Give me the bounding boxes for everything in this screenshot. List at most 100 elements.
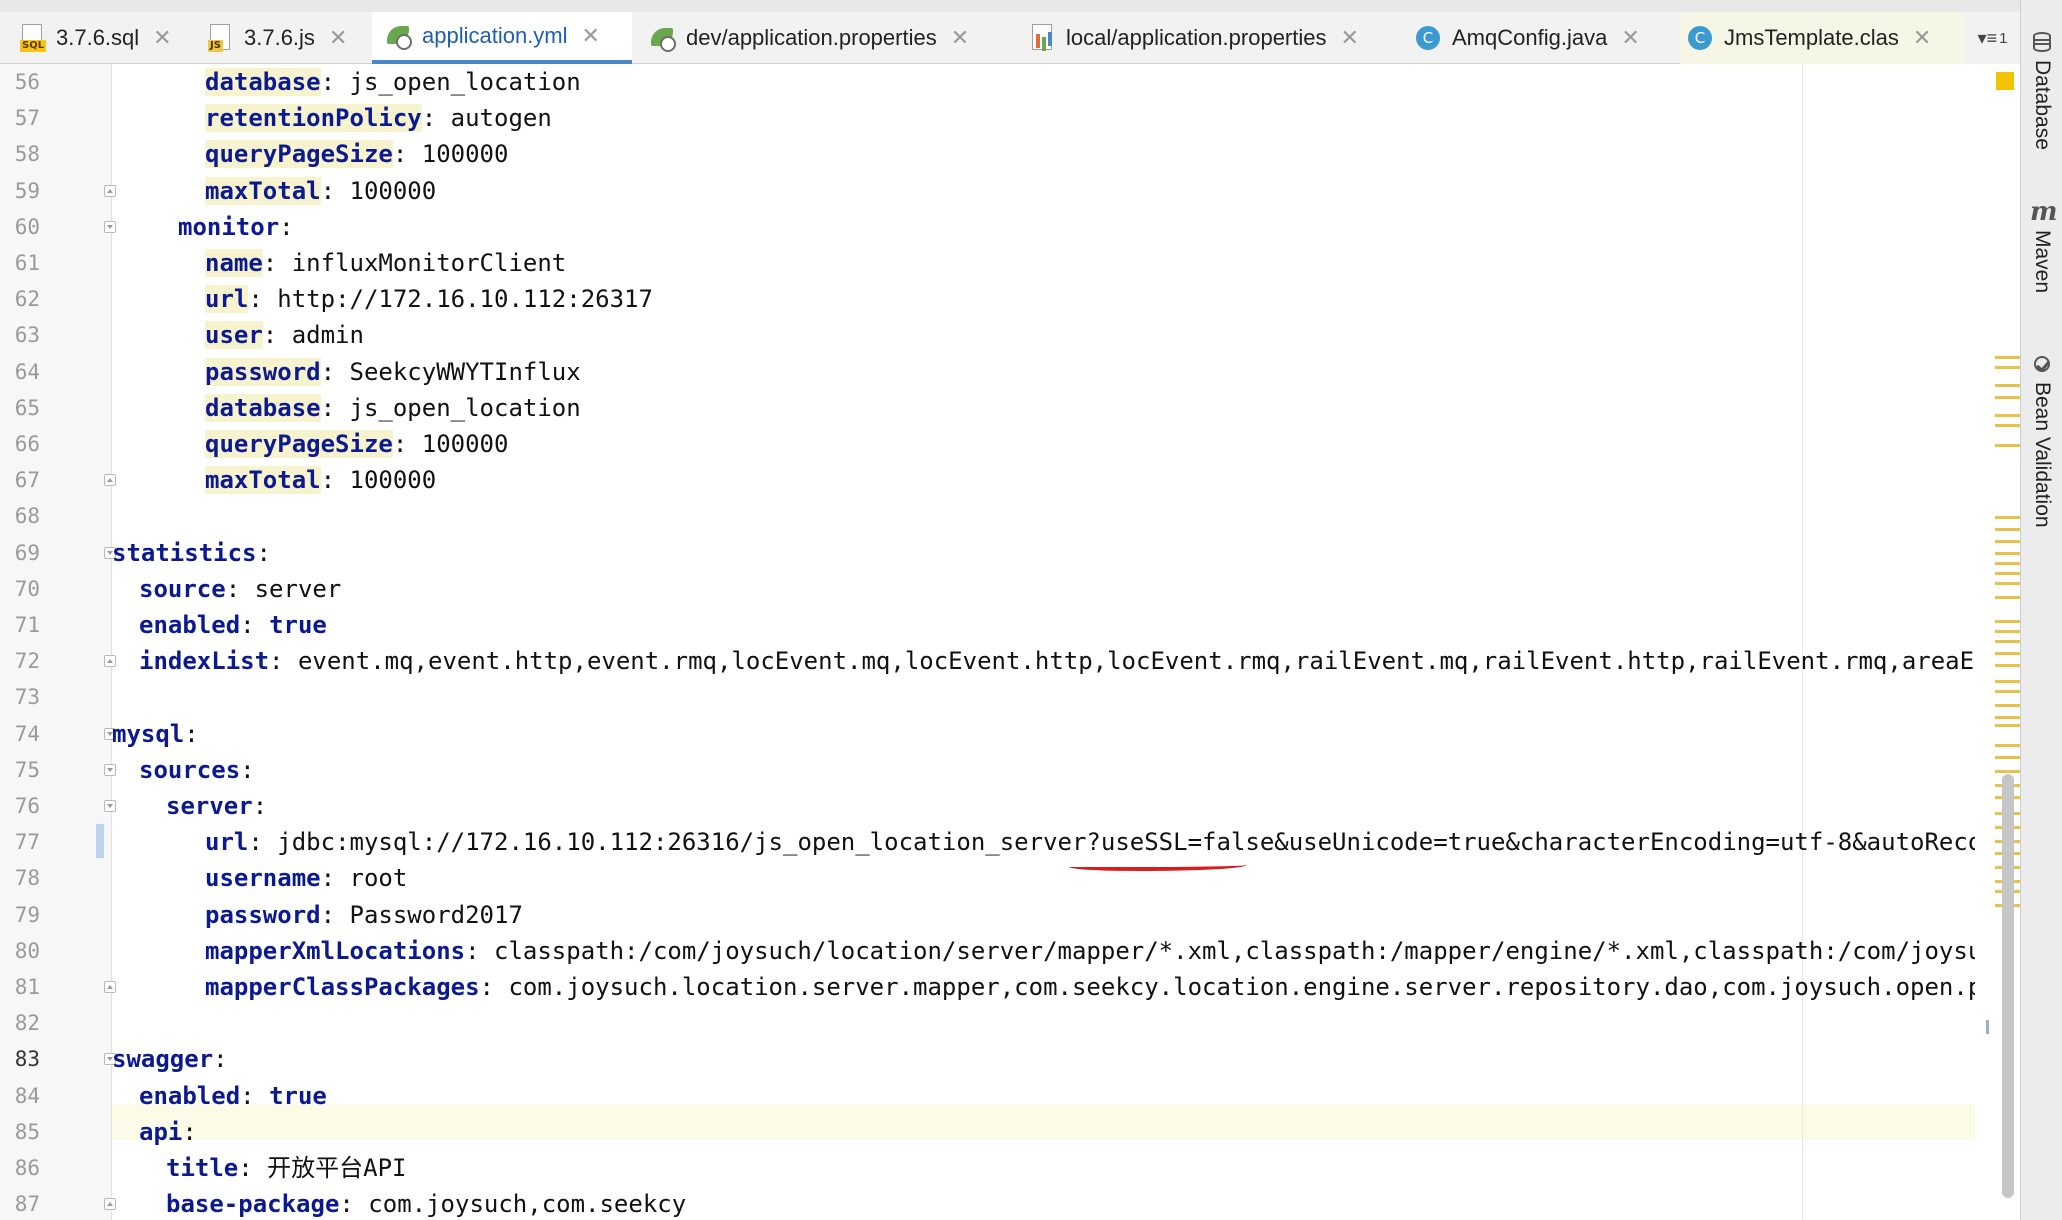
code-editor[interactable]: database: js_open_location retentionPolic… [112,64,2020,1220]
code-line: enabled: true [139,607,327,643]
java-class-icon [1416,24,1442,52]
inspection-status-icon[interactable] [1996,72,2014,90]
yaml-key: monitor [178,212,280,241]
annotation-underline [1069,861,1247,871]
line-number: 84 [14,1083,40,1108]
stripe-warning-mark[interactable] [1995,356,2021,359]
close-tab-icon[interactable]: ✕ [582,23,600,49]
stripe-warning-mark[interactable] [1995,414,2021,417]
stripe-warning-mark[interactable] [1995,562,2021,565]
line-number: 66 [14,432,40,456]
yaml-key: url [205,828,249,857]
line-number: 73 [14,685,40,710]
code-line: url: jdbc:mysql://172.16.10.112:26316/js… [205,824,2020,860]
stripe-warning-mark[interactable] [1995,664,2021,667]
stripe-warning-mark[interactable] [1995,744,2021,747]
tab-jmstemplate-class[interactable]: JmsTemplate.clas ✕ [1680,12,1965,64]
code-line: mapperXmlLocations: classpath:/com/joysu… [205,933,2020,969]
stripe-warning-mark[interactable] [1995,528,2021,531]
stripe-warning-mark[interactable] [1995,724,2021,727]
tab-application-yml[interactable]: application.yml ✕ [372,12,632,64]
stripe-warning-mark[interactable] [1995,652,2021,655]
code-line: mysql: [112,716,199,752]
stripe-warning-mark[interactable] [1995,366,2021,369]
yaml-key: swagger [112,1045,214,1074]
stripe-warning-mark[interactable] [1995,630,2021,633]
code-line: monitor: [178,209,294,245]
line-number: 68 [14,504,40,529]
yaml-key: username [205,864,321,893]
stripe-warning-mark[interactable] [1995,716,2021,719]
line-number: 63 [14,323,40,348]
tab-3-7-6-js[interactable]: JS 3.7.6.js ✕ [204,12,364,64]
close-tab-icon[interactable]: ✕ [153,25,171,51]
close-tab-icon[interactable]: ✕ [329,25,347,51]
tab-list-button[interactable]: ▾≡ 1 [1965,12,2020,64]
line-number-gutter[interactable]: 56 57 58 59 60 61 62 63 64 65 66 67 68 69 70 71 72 73 74 75… [0,64,116,1220]
line-number: 79 [14,902,40,927]
tab-3-7-6-sql[interactable]: SQL 3.7.6.sql ✕ [16,12,188,64]
yaml-value: admin [291,321,364,350]
code-line: queryPageSize: 100000 [205,136,508,172]
modified-line-marker[interactable] [96,824,104,858]
yaml-separator: : [479,973,509,1001]
stripe-warning-mark[interactable] [1995,640,2021,643]
line-number: 86 [14,1156,40,1180]
vertical-scrollbar[interactable] [2002,774,2014,1198]
yaml-key: url [205,285,249,314]
yaml-key: enabled [139,1081,241,1110]
yaml-separator: : [320,900,350,929]
stripe-warning-mark[interactable] [1995,756,2021,759]
stripe-warning-mark[interactable] [1995,396,2021,399]
close-tab-icon[interactable]: ✕ [1913,25,1931,51]
tab-list-icon: ▾≡ [1977,27,1998,48]
stripe-warning-mark[interactable] [1995,690,2021,693]
stripe-warning-mark[interactable] [1995,704,2021,707]
stripe-warning-mark[interactable] [1995,444,2021,447]
stripe-warning-mark[interactable] [1995,384,2021,387]
stripe-warning-mark[interactable] [1995,680,2021,683]
line-number: 71 [14,613,40,637]
stripe-warning-mark[interactable] [1995,516,2021,519]
tab-dev-application-properties[interactable]: dev/application.properties ✕ [646,12,1004,64]
tab-amqconfig-java[interactable]: AmqConfig.java ✕ [1410,12,1664,64]
yaml-key: name [205,249,263,277]
yaml-separator: : [240,755,255,784]
stripe-warning-mark[interactable] [1995,540,2021,543]
code-line: username: root [205,860,407,896]
yaml-key: database [205,393,321,422]
database-icon [2031,30,2053,54]
yaml-key: statistics [112,538,257,567]
maven-tool-button[interactable]: m Maven [2021,197,2062,293]
code-line: database: js_open_location [205,390,581,426]
bean-validation-tool-button[interactable]: Bean Validation [2021,354,2062,528]
code-line: name: influxMonitorClient [205,245,566,281]
code-line: title: 开放平台API [166,1150,407,1186]
stripe-warning-mark[interactable] [1995,572,2021,575]
database-tool-button[interactable]: Database [2021,30,2062,150]
tab-local-application-properties[interactable]: local/application.properties ✕ [1026,12,1388,64]
maven-icon: m [2030,197,2058,227]
stripe-warning-mark[interactable] [1995,552,2021,555]
stripe-warning-mark[interactable] [1995,770,2021,773]
spring-yaml-icon [386,22,412,50]
close-tab-icon[interactable]: ✕ [1621,25,1639,51]
stripe-warning-mark[interactable] [1995,582,2021,585]
stripe-warning-mark[interactable] [1995,620,2021,623]
close-tab-icon[interactable]: ✕ [951,25,969,51]
stripe-warning-mark[interactable] [1995,424,2021,427]
code-line: database: js_open_location [205,64,581,100]
properties-file-icon [1030,24,1056,52]
code-line: mapperClassPackages: com.joysuch.locatio… [205,969,2020,1005]
stripe-warning-mark[interactable] [1995,596,2021,599]
yaml-value: com.joysuch,com.seekcy [368,1190,687,1219]
code-line: sources: [139,752,255,788]
close-tab-icon[interactable]: ✕ [1341,25,1359,51]
line-number: 76 [14,794,40,818]
line-number: 67 [14,468,40,493]
yaml-value: autogen [450,104,552,133]
yaml-separator: : [465,936,494,965]
code-line: statistics: [112,535,271,571]
yaml-separator: : [392,430,422,458]
yaml-separator: : [182,1117,197,1146]
